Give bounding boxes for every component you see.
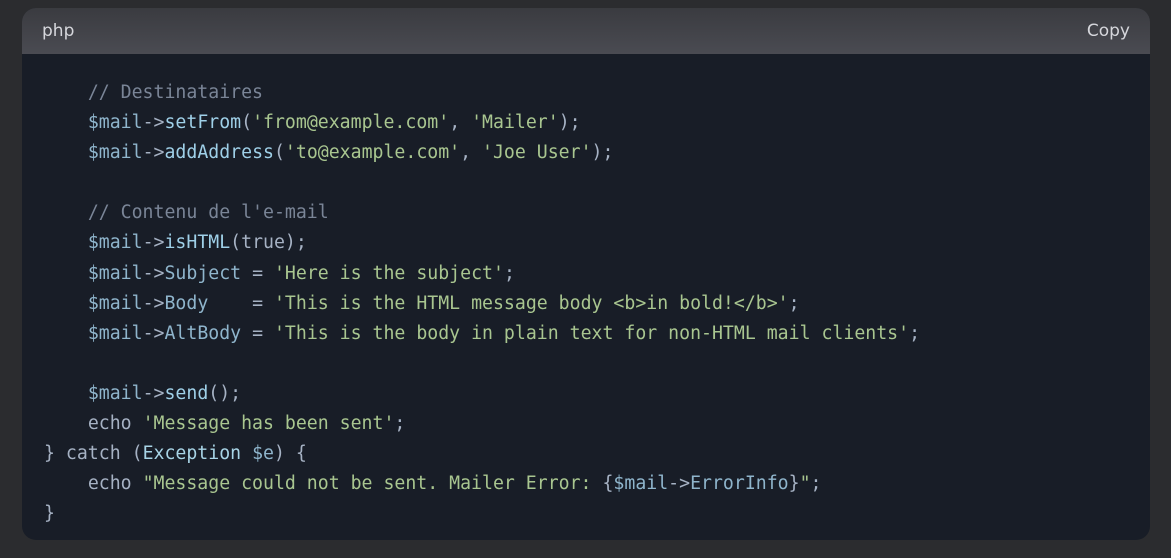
code-line: $mail->isHTML(true);	[44, 228, 1150, 258]
code-block: php Copy // Destinataires $mail->setFrom…	[22, 8, 1150, 540]
code-token: 'This is the body in plain text for non-…	[273, 322, 910, 344]
code-token: ErrorInfo	[690, 473, 789, 495]
copy-button[interactable]: Copy	[1087, 21, 1130, 41]
code-token: ->	[142, 262, 165, 284]
code-token: 'Here is the subject'	[273, 262, 504, 284]
code-token: $mail	[87, 232, 143, 254]
code-line: $mail->Body = 'This is the HTML message …	[44, 289, 1150, 319]
code-token: =	[208, 292, 274, 314]
code-line: echo 'Message has been sent';	[44, 409, 1150, 439]
code-token: ();	[208, 382, 242, 404]
code-token: isHTML	[164, 232, 231, 254]
code-token: ;	[503, 262, 515, 284]
code-token: 'to@example.com'	[284, 142, 461, 164]
code-token: $mail	[87, 112, 143, 134]
code-token: (	[241, 112, 253, 134]
code-token: setFrom	[164, 112, 242, 134]
code-token: );	[591, 142, 614, 164]
code-token: // Contenu de l'e-mail	[87, 202, 329, 224]
code-token: ;	[788, 292, 800, 314]
code-token: ->	[142, 292, 165, 314]
code-token: 'Message has been sent'	[142, 413, 395, 435]
code-token: (	[273, 142, 285, 164]
code-token: }	[44, 503, 55, 525]
code-token: $mail	[613, 473, 669, 495]
code-token: =	[241, 262, 274, 284]
code-content: // Destinataires $mail->setFrom('from@ex…	[22, 54, 1150, 529]
code-token: ->	[142, 322, 165, 344]
code-block-header: php Copy	[22, 8, 1150, 54]
code-token: ) {	[273, 443, 307, 465]
code-line: $mail->setFrom('from@example.com', 'Mail…	[44, 108, 1150, 138]
code-token: $mail	[87, 142, 143, 164]
code-token: send	[164, 382, 209, 404]
code-token: ,	[449, 112, 472, 134]
code-token: ->	[142, 382, 165, 404]
code-token: ;	[394, 413, 406, 435]
code-token: $mail	[87, 262, 143, 284]
code-token: Exception	[142, 443, 242, 465]
code-line: }	[44, 499, 1150, 529]
code-token: );	[558, 112, 581, 134]
code-token: Subject	[164, 262, 242, 284]
code-token: AltBody	[164, 322, 242, 344]
code-token: echo	[87, 413, 143, 435]
code-token: $mail	[87, 382, 143, 404]
code-token: $mail	[87, 292, 143, 314]
code-token: =	[241, 322, 274, 344]
code-token: 'Joe User'	[482, 142, 592, 164]
code-token: {	[602, 473, 614, 495]
code-token: 'from@example.com'	[252, 112, 450, 134]
code-token: ->	[142, 232, 165, 254]
code-line: $mail->Subject = 'Here is the subject';	[44, 259, 1150, 289]
code-token: }	[788, 473, 800, 495]
language-label: php	[42, 21, 75, 41]
code-token: } catch (	[44, 443, 143, 465]
code-token: addAddress	[164, 142, 274, 164]
code-line: $mail->addAddress('to@example.com', 'Joe…	[44, 138, 1150, 168]
code-token: $mail	[87, 322, 143, 344]
code-token: ;	[909, 322, 921, 344]
code-token: ->	[142, 112, 165, 134]
code-line: $mail->send();	[44, 379, 1150, 409]
code-token: echo	[87, 473, 143, 495]
code-token: // Destinataires	[87, 82, 264, 103]
code-token: ->	[668, 473, 691, 495]
code-line: } catch (Exception $e) {	[44, 439, 1150, 469]
code-token: ,	[460, 142, 483, 164]
code-token: "	[799, 473, 811, 495]
code-token: $e	[252, 443, 274, 465]
code-line: // Contenu de l'e-mail	[44, 198, 1150, 228]
code-line: $mail->AltBody = 'This is the body in pl…	[44, 319, 1150, 349]
code-token: 'This is the HTML message body <b>in bol…	[273, 292, 789, 314]
code-token: Body	[164, 292, 209, 314]
code-line: echo "Message could not be sent. Mailer …	[44, 469, 1150, 499]
code-token: "Message could not be sent. Mailer Error…	[142, 473, 603, 495]
code-token: 'Mailer'	[471, 112, 559, 134]
code-line: // Destinataires	[44, 78, 1150, 108]
code-token: ->	[142, 142, 165, 164]
code-token: (true);	[230, 232, 307, 254]
code-token: ;	[810, 473, 822, 495]
